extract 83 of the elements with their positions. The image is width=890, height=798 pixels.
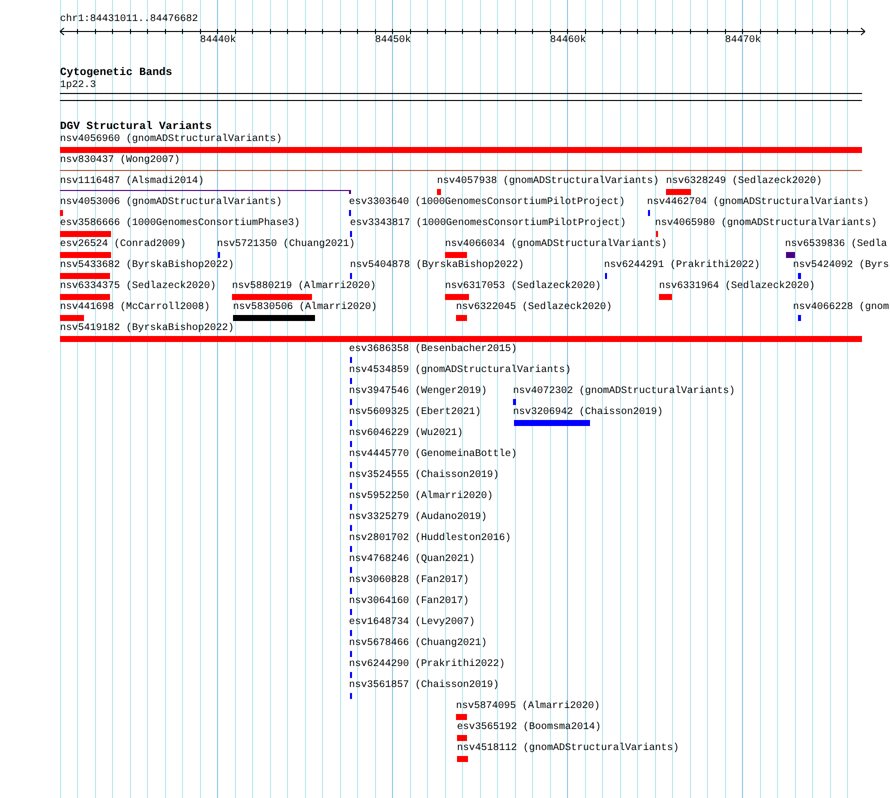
feature-label[interactable]: nsv1116487 (Alsmadi2014) — [60, 176, 204, 188]
feature-label[interactable]: nsv5404878 (ByrskaBishop2022) — [350, 260, 524, 272]
feature-label[interactable]: nsv2801702 (Huddleston2016) — [349, 533, 512, 545]
feature-label[interactable]: nsv5609325 (Ebert2021) — [349, 407, 482, 419]
feature-label[interactable]: nsv4057938 (gnomADStructuralVariants) — [437, 176, 660, 188]
feature-label[interactable]: nsv3060828 (Fan2017) — [349, 575, 470, 587]
feature-label[interactable]: esv3343817 (1000GenomesConsortiumPilotProject) — [350, 218, 626, 230]
feature-bar[interactable] — [457, 756, 468, 762]
feature-label[interactable]: nsv4445770 (GenomeinaBottle) — [349, 449, 518, 461]
feature-label[interactable]: nsv5678466 (Chuang2021) — [349, 638, 488, 650]
feature-bar[interactable] — [659, 294, 672, 300]
feature-bar[interactable] — [60, 147, 862, 153]
feature-bar[interactable] — [60, 294, 110, 300]
band-label: 1p22.3 — [60, 80, 96, 92]
feature-bar[interactable] — [437, 189, 441, 195]
feature-label[interactable]: nsv3206942 (Chaisson2019) — [513, 407, 664, 419]
feature-label[interactable]: nsv4518112 (gnomADStructuralVariants) — [457, 743, 680, 755]
feature-label[interactable]: nsv6322045 (Sedlazeck2020) — [456, 302, 612, 314]
feature-label[interactable]: nsv4534859 (gnomADStructuralVariants) — [349, 365, 572, 377]
track-title: Cytogenetic Bands — [60, 67, 172, 80]
feature-bar[interactable] — [60, 336, 862, 342]
feature-label[interactable]: esv3303640 (1000GenomesConsortiumPilotProject) — [349, 197, 626, 209]
tick-label: 84470k — [725, 35, 762, 47]
feature-bar[interactable] — [445, 252, 467, 258]
feature-label[interactable]: nsv3325279 (Audano2019) — [349, 512, 488, 524]
feature-label[interactable]: nsv4056960 (gnomADStructuralVariants) — [60, 134, 282, 146]
feature-label[interactable]: nsv5419182 (ByrskaBishop2022) — [60, 323, 234, 335]
feature-bar[interactable] — [456, 315, 467, 321]
tick-label: 84440k — [200, 35, 236, 47]
feature-label[interactable]: nsv4065980 (gnomADStructuralVariants) — [655, 218, 878, 230]
feature-label[interactable]: nsv6539836 (Sedla — [785, 239, 888, 251]
feature-label[interactable]: nsv5721350 (Chuang2021) — [217, 239, 356, 251]
feature-label[interactable]: nsv4462704 (gnomADStructuralVariants) — [647, 197, 870, 209]
feature-label[interactable]: nsv5830506 (Almarri2020) — [233, 302, 378, 314]
feature-label[interactable]: nsv4066228 (gnom — [793, 302, 890, 314]
feature-label[interactable]: nsv4053006 (gnomADStructuralVariants) — [60, 197, 282, 209]
tick-label: 84450k — [375, 35, 412, 47]
feature-label[interactable]: nsv3561857 (Chaisson2019) — [349, 680, 500, 692]
feature-label[interactable]: esv3565192 (Boomsma2014) — [457, 722, 602, 734]
feature-bar[interactable] — [514, 420, 590, 426]
feature-bar[interactable] — [60, 273, 110, 279]
feature-bar[interactable] — [666, 189, 691, 195]
feature-bar[interactable] — [786, 252, 795, 258]
feature-label[interactable]: nsv6244290 (Prakrithi2022) — [349, 659, 506, 671]
feature-label[interactable]: nsv4768246 (Quan2021) — [349, 554, 476, 566]
feature-label[interactable]: nsv5880219 (Almarri2020) — [232, 281, 376, 293]
feature-label[interactable]: nsv3524555 (Chaisson2019) — [349, 470, 500, 482]
feature-bar[interactable] — [60, 315, 84, 321]
feature-bar[interactable] — [798, 315, 801, 321]
feature-label[interactable]: nsv5952250 (Almarri2020) — [349, 491, 494, 503]
feature-bar[interactable] — [60, 231, 111, 237]
feature-label[interactable]: nsv6328249 (Sedlazeck2020) — [666, 176, 822, 188]
feature-label[interactable]: nsv6317053 (Sedlazeck2020) — [445, 281, 602, 293]
feature-label[interactable]: nsv3064160 (Fan2017) — [349, 596, 470, 608]
feature-label[interactable]: nsv4072302 (gnomADStructuralVariants) — [513, 386, 736, 398]
feature-label[interactable]: nsv6046229 (Wu2021) — [349, 428, 464, 440]
feature-bar[interactable] — [445, 294, 469, 300]
feature-label[interactable]: esv1648734 (Levy2007) — [349, 617, 476, 629]
feature-bar[interactable] — [233, 315, 315, 321]
tick-label: 84460k — [550, 35, 586, 47]
feature-label[interactable]: esv3686358 (Besenbacher2015) — [349, 344, 518, 356]
feature-line[interactable] — [60, 190, 351, 194]
feature-label[interactable]: nsv6334375 (Sedlazeck2020) — [60, 281, 216, 293]
feature-label[interactable]: nsv3947546 (Wenger2019) — [349, 386, 488, 398]
feature-bar[interactable] — [457, 735, 467, 741]
feature-bar[interactable] — [60, 252, 111, 258]
feature-label[interactable]: esv26524 (Conrad2009) — [60, 239, 186, 251]
feature-bar[interactable] — [232, 294, 312, 300]
feature-label[interactable]: nsv5874095 (Almarri2020) — [456, 701, 600, 713]
feature-label[interactable]: nsv441698 (McCarroll2008) — [60, 302, 210, 314]
location-label: chr1:84431011..84476682 — [60, 14, 198, 26]
feature-label[interactable]: nsv5424092 (Byrs — [793, 260, 890, 272]
feature-label[interactable]: nsv5433682 (ByrskaBishop2022) — [60, 260, 234, 272]
feature-label[interactable]: nsv6331964 (Sedlazeck2020) — [659, 281, 816, 293]
track-title: DGV Structural Variants — [60, 121, 212, 134]
feature-bar[interactable] — [456, 714, 467, 720]
feature-label[interactable]: nsv4066034 (gnomADStructuralVariants) — [445, 239, 668, 251]
feature-bar[interactable] — [513, 399, 516, 405]
feature-label[interactable]: nsv6244291 (Prakrithi2022) — [604, 260, 760, 272]
feature-label[interactable]: esv3586666 (1000GenomesConsortiumPhase3) — [60, 218, 300, 230]
feature-bar[interactable] — [798, 273, 801, 279]
feature-label[interactable]: nsv830437 (Wong2007) — [60, 155, 180, 167]
feature-bar[interactable] — [60, 210, 63, 216]
